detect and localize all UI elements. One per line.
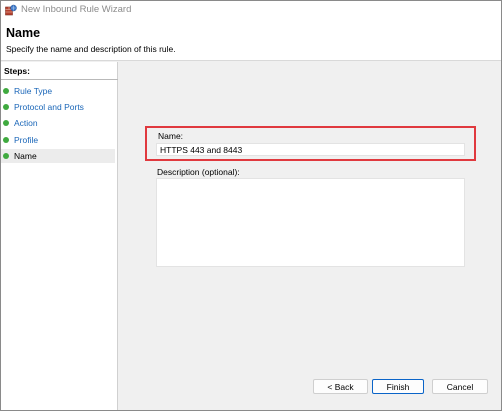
step-complete-dot-icon [3,120,9,126]
step-current-dot-icon [3,153,9,159]
step-label: Rule Type [14,86,53,96]
step-label: Name [14,151,37,161]
firewall-shield-icon [5,4,17,16]
step-label: Action [14,118,38,128]
steps-divider [1,79,118,80]
description-label: Description (optional): [157,167,240,177]
step-name[interactable]: Name [1,149,115,163]
title-bar: New Inbound Rule Wizard [1,1,501,19]
step-action[interactable]: Action [1,116,115,130]
wizard-window: New Inbound Rule Wizard Name Specify the… [0,0,502,411]
name-label: Name: [158,131,184,141]
page-title: Name [6,26,41,40]
window-title: New Inbound Rule Wizard [21,4,132,15]
steps-sidebar: Steps: Rule Type Protocol and Ports Acti… [1,62,118,410]
steps-heading: Steps: [4,66,30,76]
step-complete-dot-icon [3,137,9,143]
page-description: Specify the name and description of this… [6,44,176,54]
finish-button[interactable]: Finish [372,379,424,394]
step-label: Protocol and Ports [14,102,84,112]
step-rule-type[interactable]: Rule Type [1,84,115,98]
step-profile[interactable]: Profile [1,133,115,147]
back-button[interactable]: < Back [313,379,368,394]
step-complete-dot-icon [3,104,9,110]
step-label: Profile [14,135,39,145]
step-complete-dot-icon [3,88,9,94]
cancel-button[interactable]: Cancel [432,379,488,394]
name-input[interactable] [156,143,465,156]
step-protocol-and-ports[interactable]: Protocol and Ports [1,100,115,114]
page-header: Name Specify the name and description of… [1,19,501,61]
description-textarea[interactable] [156,178,465,267]
